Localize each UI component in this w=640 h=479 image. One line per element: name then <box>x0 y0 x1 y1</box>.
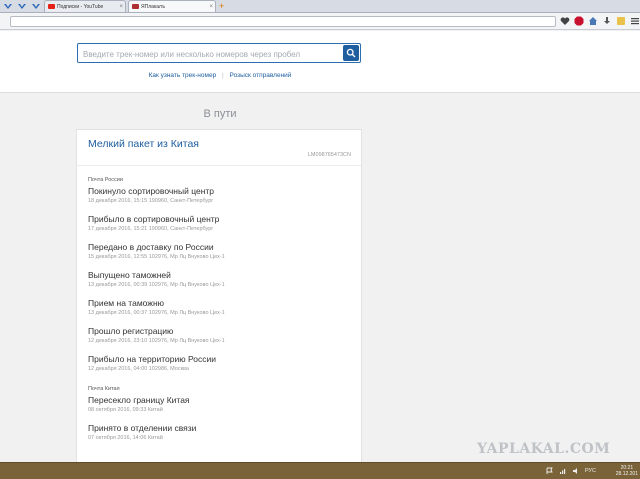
event-item: Прием на таможню 13 декабря 2016, 00:37 … <box>88 298 358 317</box>
event-item: Покинуло сортировочный центр 18 декабря … <box>88 186 358 205</box>
status-heading: В пути <box>203 108 237 120</box>
tab-label: Подписки - YouTube <box>57 3 104 10</box>
event-item: Пересекло границу Китая 08 октября 2016,… <box>88 395 358 414</box>
menu-icon[interactable] <box>629 16 640 27</box>
tab-label: ЯПлакалъ <box>141 3 166 10</box>
event-meta: 13 декабря 2016, 00:37 102976, Мр Лц Вну… <box>88 310 225 316</box>
event-item: Выпущено таможней 13 декабря 2016, 00:39… <box>88 270 358 289</box>
event-title: Прибыло в сортировочный центр <box>88 214 220 224</box>
tab-yaplakal[interactable]: ЯПлакалъ × <box>128 0 216 12</box>
parcel-title[interactable]: Мелкий пакет из Китая <box>88 138 199 150</box>
event-title: Прием на таможню <box>88 298 165 308</box>
event-meta: 15 декабря 2016, 12:55 102976, Мр Лц Вну… <box>88 254 225 260</box>
youtube-favicon-icon <box>48 4 55 9</box>
pinned-tab[interactable] <box>30 0 42 12</box>
address-bar[interactable] <box>10 15 557 27</box>
event-meta: 18 декабря 2016, 15:15 190960, Санкт-Пет… <box>88 198 214 204</box>
track-number: LM098765473CN <box>307 152 351 158</box>
search-icon <box>346 48 356 58</box>
browser-tabbar: Подписки - YouTube × ЯПлакалъ × + <box>0 0 640 13</box>
event-meta: 12 декабря 2016, 04:00 102986, Москва <box>88 366 189 372</box>
adblock-icon[interactable] <box>573 16 584 27</box>
group-label-russian-post: Почта России <box>88 177 123 183</box>
event-title: Выпущено таможней <box>88 270 171 280</box>
event-item: Прибыло в сортировочный центр 17 декабря… <box>88 214 358 233</box>
browser-navbar <box>0 13 640 30</box>
group-label-china-post: Почта Китая <box>88 386 120 392</box>
help-links: Как узнать трек-номер | Розыск отправлен… <box>0 72 440 79</box>
event-item: Передано в доставку по России 15 декабря… <box>88 242 358 261</box>
event-title: Принято в отделении связи <box>88 423 197 433</box>
clock-date: 28.12.201 <box>615 471 638 477</box>
pinned-tab[interactable] <box>16 0 28 12</box>
search-box <box>77 43 361 64</box>
tab-youtube[interactable]: Подписки - YouTube × <box>44 0 126 12</box>
track-number-input[interactable] <box>78 45 340 64</box>
event-meta: 08 октября 2016, 09:33 Китай <box>88 407 163 413</box>
search-header: Как узнать трек-номер | Розыск отправлен… <box>0 31 640 93</box>
pinned-tab-icon <box>32 4 40 9</box>
parcel-search-link[interactable]: Розыск отправлений <box>230 72 292 79</box>
network-icon[interactable] <box>559 467 567 475</box>
event-item: Прошло регистрацию 12 декабря 2016, 23:1… <box>88 326 358 345</box>
home-icon[interactable] <box>587 16 598 27</box>
event-meta: 12 декабря 2016, 23:10 102976, Мр Лц Вну… <box>88 338 225 344</box>
new-tab-button[interactable]: + <box>219 0 224 12</box>
event-title: Пересекло границу Китая <box>88 395 190 405</box>
system-tray: РУС <box>546 467 596 475</box>
flag-icon[interactable] <box>546 467 554 475</box>
pinned-tab-icon <box>18 4 26 9</box>
language-indicator[interactable]: РУС <box>585 468 596 474</box>
pinned-tab[interactable] <box>2 0 14 12</box>
search-button[interactable] <box>343 45 359 61</box>
event-meta: 17 декабря 2016, 15:21 190960, Санкт-Пет… <box>88 226 214 232</box>
divider <box>77 165 361 166</box>
taskbar-clock[interactable]: 20:21 28.12.201 <box>616 465 638 477</box>
site-watermark: YAPLAKAL.COM <box>477 441 611 457</box>
event-title: Передано в доставку по России <box>88 242 214 252</box>
how-to-find-track-link[interactable]: Как узнать трек-номер <box>149 72 217 79</box>
link-separator: | <box>222 72 224 79</box>
event-item: Прибыло на территорию России 12 декабря … <box>88 354 358 373</box>
event-item: Принято в отделении связи 07 октября 201… <box>88 423 358 442</box>
windows-taskbar: РУС 20:21 28.12.201 <box>0 462 640 479</box>
yaplakal-favicon-icon <box>132 4 139 9</box>
extension-icon[interactable] <box>615 16 626 27</box>
tracking-page: Как узнать трек-номер | Розыск отправлен… <box>0 31 640 469</box>
volume-icon[interactable] <box>572 467 580 475</box>
event-meta: 13 декабря 2016, 00:39 102976, Мр Лц Вну… <box>88 282 225 288</box>
download-icon[interactable] <box>601 16 612 27</box>
event-title: Прибыло на территорию России <box>88 354 216 364</box>
pinned-tab-icon <box>4 4 12 9</box>
tab-close-icon[interactable]: × <box>209 4 213 10</box>
event-title: Прошло регистрацию <box>88 326 174 336</box>
parcel-card: Мелкий пакет из Китая LM098765473CN Почт… <box>76 129 362 469</box>
tab-close-icon[interactable]: × <box>119 4 123 10</box>
event-meta: 07 октября 2016, 14:06 Китай <box>88 435 163 441</box>
heart-icon[interactable] <box>559 16 570 27</box>
event-title: Покинуло сортировочный центр <box>88 186 215 196</box>
